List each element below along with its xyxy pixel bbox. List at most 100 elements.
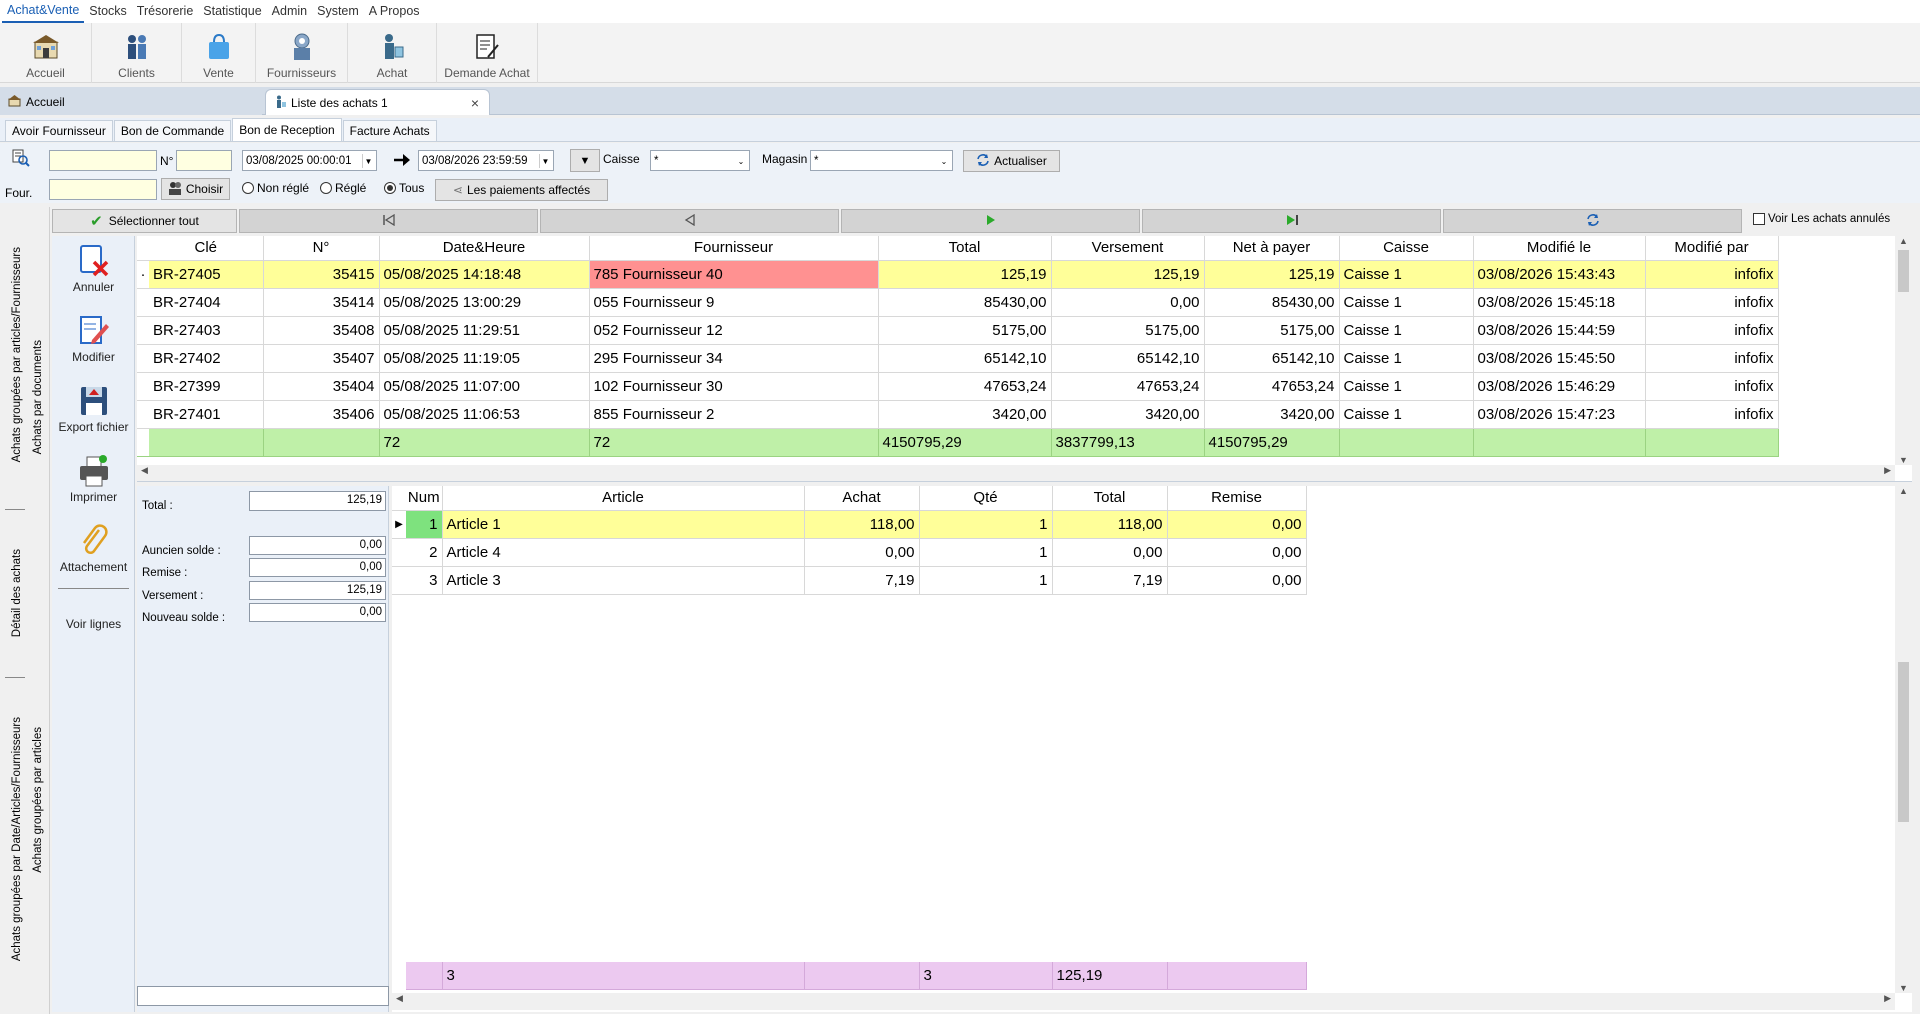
magasin-select[interactable]: * ⌄	[810, 150, 953, 171]
cell-number[interactable]: 35414	[263, 288, 380, 317]
cell-datetime[interactable]: 05/08/2025 11:29:51	[379, 316, 590, 345]
toolbar-fournisseurs-button[interactable]: Fournisseurs	[256, 23, 348, 83]
view-lines-button[interactable]: Voir lignes	[52, 617, 135, 631]
next-record-button[interactable]	[841, 209, 1140, 233]
column-header[interactable]: Qté	[919, 486, 1053, 511]
scroll-down-icon[interactable]: ▼	[1895, 455, 1912, 465]
cell-article[interactable]: Article 1	[442, 510, 805, 539]
attachment-button[interactable]: Attachement	[52, 524, 135, 574]
cell-user[interactable]: infofix	[1645, 260, 1779, 289]
vertical-scrollbar[interactable]: ▲ ▼	[1895, 486, 1912, 993]
cell-qty[interactable]: 1	[919, 538, 1053, 567]
column-header[interactable]: Article	[442, 486, 805, 511]
select-all-button[interactable]: ✔ Sélectionner tout	[52, 209, 237, 233]
cell-number[interactable]: 35404	[263, 372, 380, 401]
column-header[interactable]: Remise	[1167, 486, 1307, 511]
cell-payment[interactable]: 0,00	[1051, 288, 1205, 317]
cell-total[interactable]: 3420,00	[878, 400, 1052, 429]
scroll-down-icon[interactable]: ▼	[1895, 983, 1912, 993]
cell-cash[interactable]: Caisse 1	[1339, 260, 1474, 289]
cell-user[interactable]: infofix	[1645, 288, 1779, 317]
vtab-grouped-articles[interactable]: Achats groupées par articles	[32, 727, 44, 873]
caisse-select[interactable]: * ⌄	[650, 150, 750, 171]
print-button[interactable]: Imprimer	[52, 454, 135, 504]
cell-user[interactable]: infofix	[1645, 344, 1779, 373]
cell-net[interactable]: 3420,00	[1204, 400, 1340, 429]
cell-total[interactable]: 118,00	[1052, 510, 1168, 539]
cell-net[interactable]: 5175,00	[1204, 316, 1340, 345]
cell-supplier[interactable]: 052 Fournisseur 12	[589, 316, 879, 345]
scroll-left-icon[interactable]: ◀	[141, 465, 148, 476]
cell-supplier[interactable]: 855 Fournisseur 2	[589, 400, 879, 429]
cell-key[interactable]: BR-27405	[149, 260, 264, 289]
column-header[interactable]: Total	[878, 236, 1052, 261]
cell-key[interactable]: BR-27401	[149, 400, 264, 429]
column-header[interactable]: Date&Heure	[379, 236, 590, 261]
column-header[interactable]: Modifié par	[1645, 236, 1779, 261]
table-row[interactable]: BR-27399 35404 05/08/2025 11:07:00 102 F…	[137, 372, 1779, 401]
cell-number[interactable]: 35415	[263, 260, 380, 289]
export-file-button[interactable]: Export fichier	[52, 384, 135, 434]
menu-a-propos[interactable]: A Propos	[364, 0, 425, 23]
cell-modified[interactable]: 03/08/2026 15:47:23	[1473, 400, 1646, 429]
cell-supplier[interactable]: 102 Fournisseur 30	[589, 372, 879, 401]
radio-circle[interactable]	[384, 182, 396, 194]
cell-total[interactable]: 125,19	[878, 260, 1052, 289]
chevron-down-icon[interactable]: ▼	[362, 154, 374, 168]
cell-discount[interactable]: 0,00	[1167, 538, 1307, 567]
table-row[interactable]: 3 Article 3 7,19 1 7,19 0,00	[392, 566, 1307, 595]
tab-facture-achats[interactable]: Facture Achats	[342, 120, 437, 141]
cell-num[interactable]: 1	[406, 510, 443, 539]
cell-payment[interactable]: 3420,00	[1051, 400, 1205, 429]
cell-key[interactable]: BR-27402	[149, 344, 264, 373]
menu-statistique[interactable]: Statistique	[198, 0, 266, 23]
cell-num[interactable]: 2	[406, 538, 443, 567]
cell-purchase-price[interactable]: 7,19	[804, 566, 920, 595]
cell-cash[interactable]: Caisse 1	[1339, 288, 1474, 317]
vertical-scrollbar[interactable]: ▲ ▼	[1895, 236, 1912, 465]
cell-net[interactable]: 47653,24	[1204, 372, 1340, 401]
cell-payment[interactable]: 47653,24	[1051, 372, 1205, 401]
horizontal-scrollbar[interactable]: ◀ ▶	[392, 993, 1895, 1010]
modify-button[interactable]: Modifier	[52, 314, 135, 364]
tab-liste-des-achats[interactable]: Liste des achats 1 ×	[265, 89, 490, 115]
scroll-left-icon[interactable]: ◀	[396, 993, 403, 1004]
column-header[interactable]: Versement	[1051, 236, 1205, 261]
cell-total[interactable]: 5175,00	[878, 316, 1052, 345]
vtab-grouped-date-articles-suppliers[interactable]: Achats groupées par Date/Articles/Fourni…	[11, 717, 23, 961]
cell-datetime[interactable]: 05/08/2025 13:00:29	[379, 288, 590, 317]
chevron-down-icon[interactable]: ▼	[539, 154, 551, 168]
toolbar-clients-button[interactable]: Clients	[92, 23, 182, 83]
column-header[interactable]: N°	[263, 236, 380, 261]
show-cancelled-checkbox[interactable]: Voir Les achats annulés	[1753, 213, 1890, 225]
menu-stocks[interactable]: Stocks	[84, 0, 132, 23]
table-row[interactable]: 2 Article 4 0,00 1 0,00 0,00	[392, 538, 1307, 567]
refresh-button[interactable]: Actualiser	[963, 150, 1060, 172]
close-icon[interactable]: ×	[471, 95, 479, 111]
column-header[interactable]: Num	[406, 486, 443, 511]
radio-non-regle[interactable]: Non réglé	[242, 181, 309, 195]
menu-tresorerie[interactable]: Trésorerie	[132, 0, 199, 23]
cell-supplier[interactable]: 055 Fournisseur 9	[589, 288, 879, 317]
cell-qty[interactable]: 1	[919, 566, 1053, 595]
tab-bon-de-reception[interactable]: Bon de Reception	[232, 118, 342, 141]
supplier-input[interactable]	[49, 179, 157, 200]
cell-total[interactable]: 0,00	[1052, 538, 1168, 567]
cell-modified[interactable]: 03/08/2026 15:45:50	[1473, 344, 1646, 373]
table-row[interactable]: ▶ 1 Article 1 118,00 1 118,00 0,00	[392, 510, 1307, 539]
cell-net[interactable]: 85430,00	[1204, 288, 1340, 317]
cell-modified[interactable]: 03/08/2026 15:44:59	[1473, 316, 1646, 345]
column-header[interactable]: Achat	[804, 486, 920, 511]
tab-accueil[interactable]: Accueil	[0, 89, 262, 115]
toolbar-achat-button[interactable]: Achat	[348, 23, 437, 83]
scroll-thumb[interactable]	[1898, 250, 1909, 292]
table-row[interactable]: BR-27401 35406 05/08/2025 11:06:53 855 F…	[137, 400, 1779, 429]
choose-supplier-button[interactable]: Choisir	[161, 178, 230, 200]
cell-num[interactable]: 3	[406, 566, 443, 595]
refresh-grid-button[interactable]	[1443, 209, 1742, 233]
cancel-button[interactable]: Annuler	[52, 244, 135, 294]
column-header[interactable]: Fournisseur	[589, 236, 879, 261]
table-row[interactable]: BR-27403 35408 05/08/2025 11:29:51 052 F…	[137, 316, 1779, 345]
menu-achat-vente[interactable]: Achat&Vente	[2, 0, 85, 23]
horizontal-scrollbar[interactable]: ◀ ▶	[137, 465, 1895, 481]
